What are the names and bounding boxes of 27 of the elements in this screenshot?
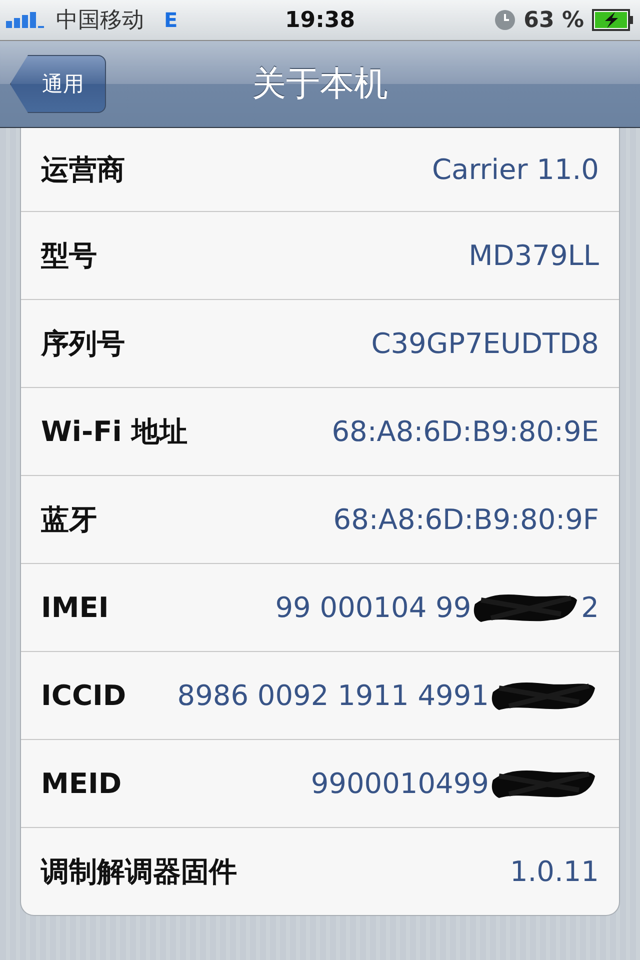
row-label: 序列号	[41, 326, 125, 362]
row-label: IMEI	[41, 591, 109, 624]
back-button[interactable]: 通用	[10, 55, 106, 113]
clock-icon	[494, 9, 516, 31]
network-type: E	[164, 8, 178, 32]
row-value: 68:A8:6D:B9:80:9E	[332, 415, 599, 448]
row-label: ICCID	[41, 679, 126, 712]
row-value: 99 000104 99	[275, 591, 472, 624]
row-value: 68:A8:6D:B9:80:9F	[333, 503, 599, 536]
row-label: Wi-Fi 地址	[41, 414, 188, 450]
row-value: Carrier 11.0	[432, 153, 599, 186]
row-label: 调制解调器固件	[41, 854, 237, 890]
page-title: 关于本机	[252, 63, 388, 106]
battery-charging-icon	[592, 9, 634, 31]
row-label: 蓝牙	[41, 502, 97, 538]
row-label: MEID	[41, 767, 122, 800]
carrier-name: 中国移动	[56, 7, 144, 35]
row-label: 型号	[41, 238, 97, 274]
row-value: MD379LL	[468, 239, 599, 272]
row-value: 8986 0092 1911 4991	[177, 679, 489, 712]
status-time: 19:38	[284, 8, 356, 32]
row-value: 9900010499	[310, 767, 489, 800]
row-label: 运营商	[41, 152, 125, 188]
row-value: C39GP7EUDTD8	[371, 327, 599, 360]
row-value: 1.0.11	[510, 855, 599, 888]
battery-percent: 63 %	[524, 8, 584, 32]
row-value: 2	[581, 591, 599, 624]
